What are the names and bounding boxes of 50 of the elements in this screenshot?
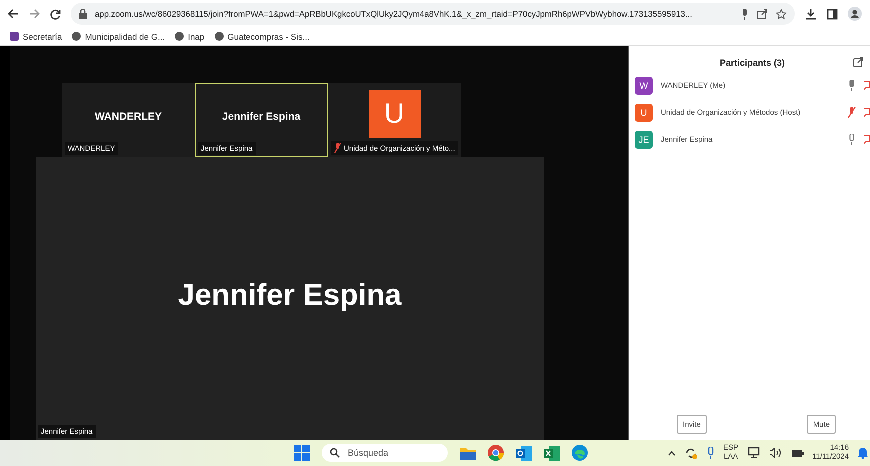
star-icon[interactable] [776, 8, 787, 20]
chat-icon[interactable] [864, 134, 870, 144]
participant-avatar: W [635, 76, 653, 94]
lock-icon [79, 9, 87, 19]
profile-icon[interactable] [848, 7, 862, 21]
share-icon[interactable] [757, 8, 768, 20]
windows-start-icon[interactable] [294, 445, 310, 461]
bookmark-label: Secretaría [23, 32, 62, 42]
battery-icon[interactable] [790, 448, 804, 458]
sidebar-icon[interactable] [827, 8, 838, 20]
bookmark-label: Inap [188, 32, 205, 42]
bookmark-icon [72, 32, 82, 41]
participant-avatar: U [368, 90, 420, 138]
bookmark-link[interactable]: Inap [175, 32, 205, 42]
muted-microphone-icon[interactable] [848, 107, 856, 118]
participant-name: WANDERLEY [94, 111, 162, 123]
speaker-name: Jennifer Espina [178, 279, 402, 314]
spreadsheet-app-icon[interactable] [544, 446, 560, 460]
pop-out-icon[interactable] [853, 57, 864, 68]
caret-icon[interactable] [668, 450, 676, 456]
microphone-icon[interactable] [848, 134, 856, 145]
bookmark-icon [175, 32, 184, 41]
search-field[interactable]: Búsqueda [322, 444, 448, 462]
folder-icon[interactable] [460, 446, 476, 460]
sync-icon[interactable] [684, 446, 698, 460]
mail-app-icon[interactable] [516, 446, 532, 460]
bookmark-icon [214, 32, 224, 41]
bookmark-link[interactable]: Secretaría [10, 32, 62, 42]
panel-title: Participants (3) [720, 58, 786, 68]
chat-icon[interactable] [864, 80, 870, 90]
url-text: app.zoom.us/wc/86029368115/join?fromPWA=1&pwd=ApRBbUKgkcoUTxQlUky2JQym4a8VhK.1&_x_zm_rtaid=P70cyJpmRh6pWPVbWybhow.173135595913... [95, 9, 694, 19]
participant-name: Jennifer Espina [222, 111, 301, 123]
participant-avatar: JE [635, 130, 653, 148]
bookmark-icon [10, 32, 19, 41]
search-icon [330, 448, 340, 458]
reload-icon[interactable] [50, 8, 61, 20]
notification-bell-icon[interactable] [858, 447, 868, 459]
microphone-icon[interactable] [706, 447, 715, 459]
edge-browser-icon[interactable] [572, 445, 588, 461]
microphone-icon[interactable] [741, 8, 749, 20]
back-icon[interactable] [8, 9, 19, 19]
network-icon[interactable] [748, 447, 761, 459]
speaker-icon[interactable] [770, 448, 782, 458]
forward-icon[interactable] [29, 9, 40, 19]
chat-icon[interactable] [864, 108, 870, 118]
download-icon[interactable] [805, 8, 817, 20]
browser-icon[interactable] [488, 445, 504, 461]
address-bar[interactable]: app.zoom.us/wc/86029368115/join?fromPWA=1&pwd=ApRBbUKgkcoUTxQlUky2JQym4a8VhK.1&_x_zm_rtaid=P70cyJpmRh6pWPVbWybhow.173135595913... [71, 3, 795, 25]
microphone-icon[interactable] [848, 80, 856, 91]
participant-avatar: U [635, 104, 653, 122]
